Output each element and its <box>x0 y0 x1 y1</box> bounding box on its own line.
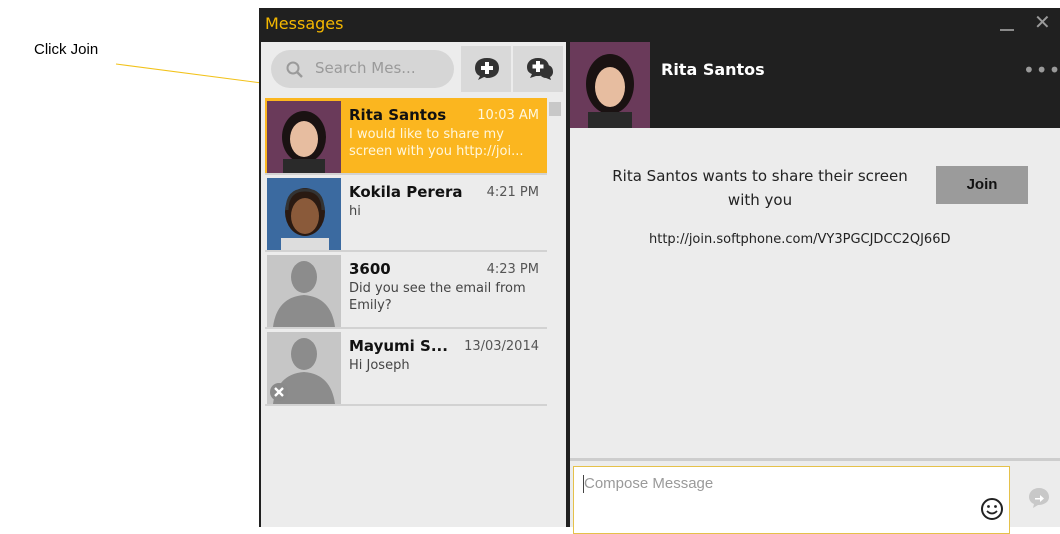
group-chat-plus-icon <box>527 58 553 80</box>
avatar-placeholder-icon <box>267 332 341 404</box>
minimize-icon[interactable] <box>1000 12 1014 32</box>
new-chat-button[interactable] <box>461 46 511 92</box>
compose-message-input[interactable]: Compose Message <box>573 466 1010 534</box>
conversation-item-3600[interactable]: 3600 4:23 PM Did you see the email from … <box>265 252 547 329</box>
contact-name: Rita Santos <box>349 106 447 124</box>
contact-name: Kokila Perera <box>349 183 463 201</box>
avatar <box>267 178 341 250</box>
conversation-list: Rita Santos 10:03 AM I would like to sha… <box>265 98 547 406</box>
divider <box>570 458 1060 461</box>
contact-avatar <box>570 42 650 128</box>
chat-header: Rita Santos ••• <box>570 42 1060 128</box>
search-input[interactable]: Search Mes... <box>271 50 454 88</box>
conversation-item-mayumi[interactable]: Mayumi S... 13/03/2014 Hi Joseph <box>265 329 547 406</box>
avatar <box>267 101 341 173</box>
title-bar: Messages ✕ <box>259 8 1060 42</box>
share-link[interactable]: http://join.softphone.com/VY3PGCJDCC2QJ6… <box>649 232 951 247</box>
search-icon <box>286 61 303 78</box>
avatar-placeholder-icon <box>267 255 341 327</box>
send-icon[interactable] <box>1027 486 1051 510</box>
message-time: 13/03/2014 <box>464 339 539 354</box>
share-request-text: Rita Santos wants to share their screen … <box>612 167 908 209</box>
chat-plus-icon <box>475 58 499 80</box>
window-title: Messages <box>265 14 344 33</box>
conversation-item-kokila-perera[interactable]: Kokila Perera 4:21 PM hi <box>265 175 547 252</box>
list-scrollbar[interactable] <box>549 102 561 116</box>
more-options-icon[interactable]: ••• <box>1023 58 1060 82</box>
chat-panel: Rita Santos ••• Rita Santos wants to sha… <box>570 42 1060 534</box>
message-preview: hi <box>349 204 361 219</box>
message-preview: Did you see the email from Emily? <box>349 281 526 313</box>
contact-name: 3600 <box>349 260 391 278</box>
conversations-panel: Search Mes... Rita Santos 10:03 AM I wou… <box>261 42 566 527</box>
message-time: 10:03 AM <box>477 108 539 123</box>
new-group-chat-button[interactable] <box>513 46 563 92</box>
message-time: 4:23 PM <box>486 262 539 277</box>
conversation-item-rita-santos[interactable]: Rita Santos 10:03 AM I would like to sha… <box>265 98 547 175</box>
close-icon[interactable]: ✕ <box>1034 10 1051 34</box>
search-placeholder: Search Mes... <box>315 59 416 77</box>
emoji-icon[interactable] <box>980 497 1004 521</box>
messages-window: Messages ✕ Search Mes... Rita Santos 10:… <box>259 8 1060 534</box>
compose-placeholder: Compose Message <box>584 475 714 492</box>
chat-contact-name: Rita Santos <box>661 60 765 79</box>
join-button[interactable]: Join <box>936 166 1028 204</box>
message-preview: I would like to share my screen with you… <box>349 127 524 159</box>
instruction-callout: Click Join <box>34 41 99 58</box>
message-time: 4:21 PM <box>486 185 539 200</box>
contact-name: Mayumi S... <box>349 337 448 355</box>
message-preview: Hi Joseph <box>349 358 410 373</box>
